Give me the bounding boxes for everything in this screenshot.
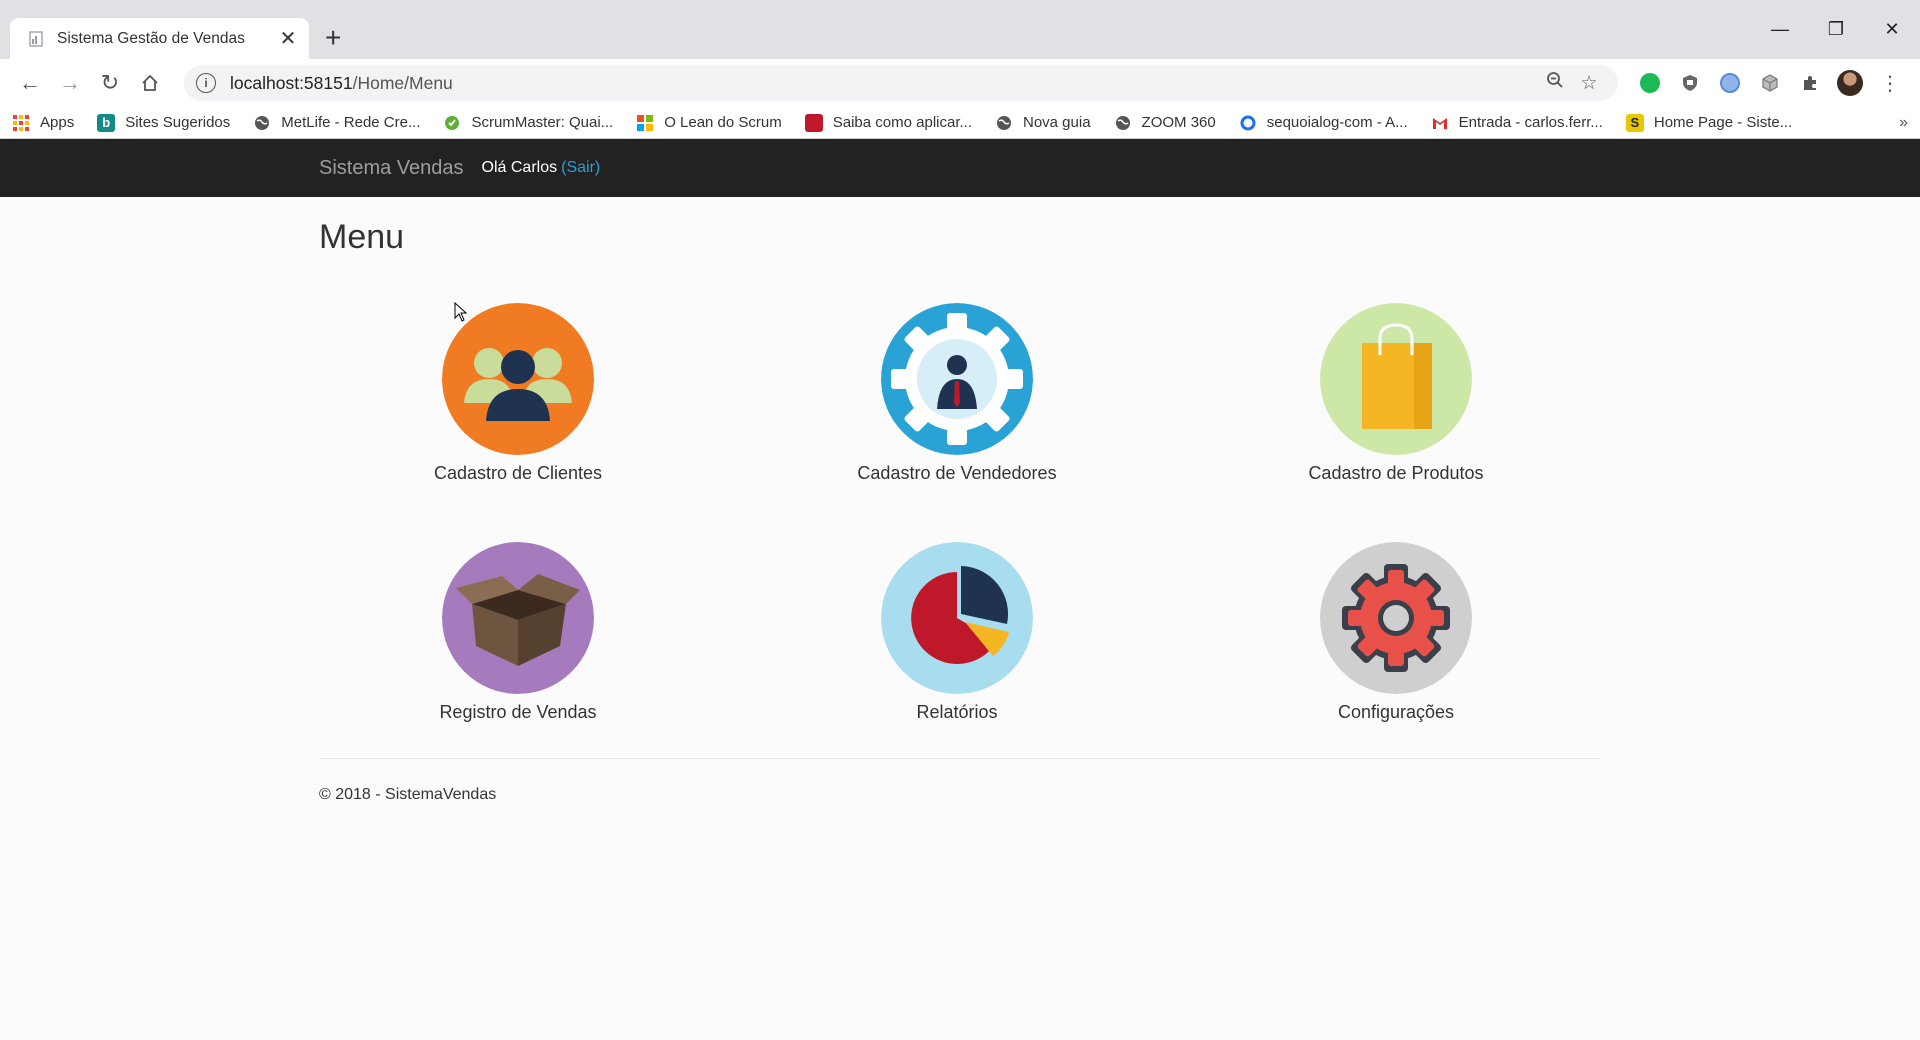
bookmark-label: Home Page - Siste... [1653,114,1793,131]
microsoft-icon [636,114,654,132]
circle-o-icon [1239,114,1257,132]
globe-icon [995,114,1013,132]
bookmark-item[interactable]: ScrumMaster: Quai... [443,114,613,132]
browser-tabstrip: Sistema Gestão de Vendas ✕ + — ❐ ✕ [0,0,1920,59]
footer-divider [319,758,1601,759]
extension-shield-icon[interactable] [1670,63,1710,103]
window-controls: — ❐ ✕ [1752,9,1920,49]
logout-link[interactable]: (Sair) [561,159,600,176]
box-icon[interactable] [442,542,594,694]
red-square-icon [804,113,823,132]
bookmark-label: Saiba como aplicar... [832,114,972,131]
bookmark-label: ScrumMaster: Quai... [471,114,614,131]
bookmark-item[interactable]: O Lean do Scrum [636,114,782,132]
bookmark-star-icon[interactable]: ☆ [1572,72,1606,95]
menu-tile[interactable]: Cadastro de Produtos [1246,303,1546,484]
url-text: localhost:58151/Home/Menu [230,73,1538,94]
sellers-gear-icon[interactable] [881,303,1033,455]
browser-menu-icon[interactable]: ⋮ [1870,63,1910,103]
zoom-icon[interactable] [1538,71,1572,95]
tab-title: Sistema Gestão de Vendas [57,29,245,47]
menu-tile-label[interactable]: Relatórios [807,702,1107,723]
bookmark-label: ZOOM 360 [1141,114,1216,131]
url-path: /Home/Menu [352,72,453,93]
scrummaster-icon [443,114,461,132]
home-icon[interactable] [130,63,170,103]
globe-icon [1114,114,1132,132]
pie-chart-icon[interactable] [881,542,1033,694]
bookmark-item[interactable]: Saiba como aplicar... [804,113,972,132]
s-logo-icon: S [1625,113,1644,132]
user-greeting: Olá Carlos (Sair) [482,159,601,177]
profile-avatar[interactable] [1830,63,1870,103]
bookmark-label: Apps [40,114,75,131]
gmail-icon [1431,114,1449,132]
url-host: localhost:58151 [230,72,353,93]
bookmark-item[interactable]: ZOOM 360 [1114,114,1216,132]
bookmark-item[interactable]: sequoialog-com - A... [1239,114,1408,132]
forward-icon[interactable]: → [50,63,90,103]
bing-icon: b [97,113,116,132]
tab-close-icon[interactable]: ✕ [277,26,299,51]
main-content: Menu © 2018 - SistemaVendas Cadastro de … [0,218,1920,803]
minimize-icon[interactable]: — [1752,9,1808,49]
shopping-bag-icon[interactable] [1320,303,1472,455]
menu-tile[interactable]: Configurações [1246,542,1546,723]
extension-blue-icon[interactable] [1710,63,1750,103]
bookmark-label: MetLife - Rede Cre... [281,114,421,131]
apps-grid-icon [12,114,30,132]
menu-tile-label[interactable]: Configurações [1246,702,1546,723]
site-navbar: Sistema Vendas Olá Carlos (Sair) [0,139,1920,197]
address-bar[interactable]: i localhost:58151/Home/Menu ☆ [184,65,1618,101]
globe-icon [253,114,271,132]
extension-cube-icon[interactable] [1750,63,1790,103]
site-brand[interactable]: Sistema Vendas [319,157,464,180]
restore-icon[interactable]: ❐ [1808,9,1864,49]
menu-tile[interactable]: Relatórios [807,542,1107,723]
menu-tile[interactable]: Cadastro de Vendedores [807,303,1107,484]
bookmark-label: Entrada - carlos.ferr... [1458,114,1603,131]
window-close-icon[interactable]: ✕ [1864,9,1920,49]
bookmark-item[interactable]: MetLife - Rede Cre... [253,114,420,132]
menu-tile-label[interactable]: Cadastro de Produtos [1246,463,1546,484]
reload-icon[interactable]: ↻ [90,63,130,103]
menu-tile-label[interactable]: Cadastro de Vendedores [807,463,1107,484]
browser-toolbar: ← → ↻ i localhost:58151/Home/Menu ☆ ⋮ [0,59,1920,107]
footer-text: © 2018 - SistemaVendas [319,786,497,803]
browser-tab[interactable]: Sistema Gestão de Vendas ✕ [10,18,309,59]
site-info-icon[interactable]: i [196,73,216,93]
menu-tile-label[interactable]: Registro de Vendas [368,702,668,723]
bookmark-label: O Lean do Scrum [664,114,782,131]
bookmark-item[interactable]: Nova guia [995,114,1091,132]
menu-tile[interactable]: Cadastro de Clientes [368,303,668,484]
menu-tile[interactable]: Registro de Vendas [368,542,668,723]
bookmark-item[interactable]: S Home Page - Siste... [1625,113,1793,132]
gear-icon[interactable] [1320,542,1472,694]
menu-tile-label[interactable]: Cadastro de Clientes [368,463,668,484]
menu-grid: © 2018 - SistemaVendas Cadastro de Clien… [0,218,1920,818]
bookmarks-bar: Apps b Sites Sugeridos MetLife - Rede Cre..… [0,107,1920,139]
back-icon[interactable]: ← [10,63,50,103]
bookmark-label: Nova guia [1023,114,1091,131]
bookmark-item[interactable]: Entrada - carlos.ferr... [1431,114,1603,132]
bookmark-label: Sites Sugeridos [125,114,231,131]
new-tab-button[interactable]: + [325,23,341,53]
extensions-puzzle-icon[interactable] [1790,63,1830,103]
clients-icon[interactable] [442,303,594,455]
bookmark-item[interactable]: Apps [12,114,74,132]
extension-green-icon[interactable] [1630,63,1670,103]
greeting-text: Olá Carlos [481,159,558,176]
bookmark-label: sequoialog-com - A... [1266,114,1408,131]
bookmarks-overflow-icon[interactable]: » [1899,114,1908,132]
page-favicon-icon [27,30,45,48]
bookmark-item[interactable]: b Sites Sugeridos [97,113,231,132]
